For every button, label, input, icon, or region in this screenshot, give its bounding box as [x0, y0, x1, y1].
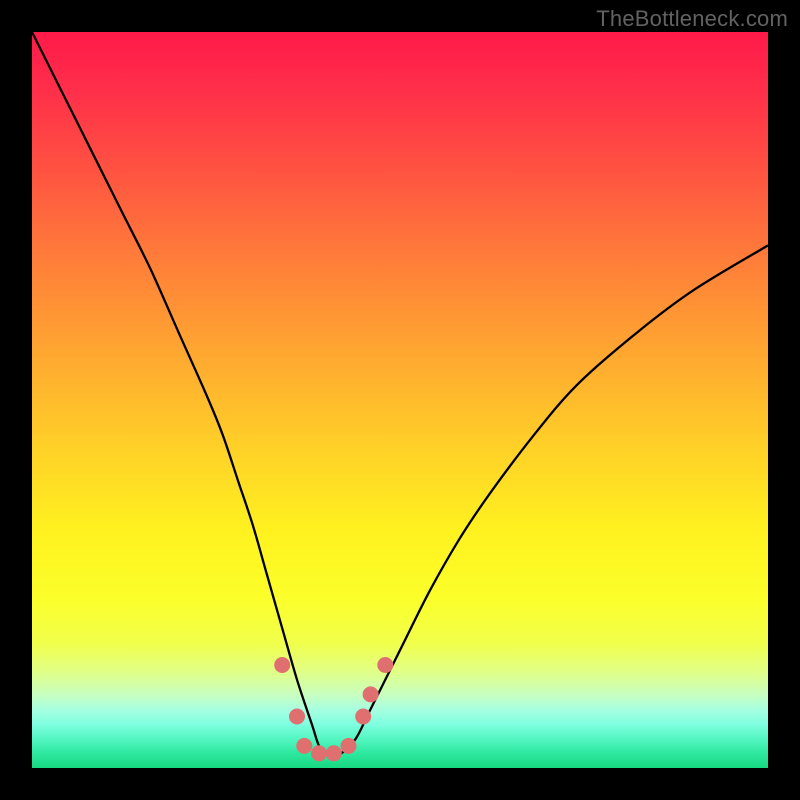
curve-marker: [363, 686, 379, 702]
curve-marker: [377, 657, 393, 673]
curve-marker: [341, 738, 357, 754]
curve-marker: [289, 709, 305, 725]
chart-svg: [32, 32, 768, 768]
curve-marker: [296, 738, 312, 754]
bottleneck-curve: [32, 32, 768, 755]
plot-area: [32, 32, 768, 768]
curve-marker: [311, 745, 327, 761]
watermark-text: TheBottleneck.com: [596, 6, 788, 32]
curve-marker: [326, 745, 342, 761]
chart-frame: TheBottleneck.com: [0, 0, 800, 800]
marker-group: [274, 657, 393, 761]
curve-marker: [274, 657, 290, 673]
curve-marker: [355, 709, 371, 725]
